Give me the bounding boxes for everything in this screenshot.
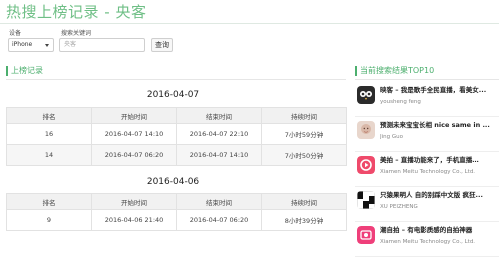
device-select[interactable]: iPhone: [8, 38, 54, 52]
meipai-icon: [357, 156, 375, 174]
app-name: 美拍 – 直播功能来了，手机直播…: [380, 156, 479, 164]
column-header-start: 开始时间: [91, 193, 177, 210]
app-name: 预测未来宝宝长相 nice same in ...: [380, 121, 490, 129]
cell-end: 2016-04-07 22:10: [176, 123, 262, 145]
history-table: 排名 开始时间 结束时间 持续时间 9 2016-04-06 21:40 201…: [6, 193, 347, 231]
history-date-heading: 2016-04-06: [146, 177, 200, 187]
table-row: 9 2016-04-06 21:40 2016-04-07 06:20 8小时3…: [6, 209, 347, 231]
page-title: 热搜上榜记录 - 央客: [6, 3, 147, 21]
app-developer: yousheng feng: [380, 99, 421, 105]
app-name: 映客 – 我是歌手全民直播，看美女...: [380, 86, 487, 94]
app-developer: Jing Guo: [380, 134, 403, 140]
list-item[interactable]: 映客 – 我是歌手全民直播，看美女... yousheng feng: [355, 82, 499, 117]
app-developer: Xiamen Meitu Technology Co., Ltd.: [380, 169, 476, 175]
cell-end: 2016-04-07 14:10: [176, 144, 262, 166]
table-row: 14 2016-04-07 06:20 2016-04-07 14:10 7小时…: [6, 144, 347, 166]
top10-section-divider: [355, 79, 499, 80]
table-header-row: 排名 开始时间 结束时间 持续时间: [6, 193, 347, 210]
column-header-rank: 排名: [6, 193, 92, 210]
cell-rank: 14: [6, 144, 92, 166]
column-header-duration: 持续时间: [261, 193, 347, 210]
cell-duration: 7小时50分钟: [261, 144, 347, 166]
keyword-label: 搜索关键词: [61, 30, 92, 37]
app-name: 只猿果明人 自的别踩中文版 疯狂...: [380, 191, 483, 199]
history-section-title: 上榜记录: [6, 66, 43, 76]
column-header-rank: 排名: [6, 107, 92, 124]
column-header-end: 结束时间: [176, 193, 262, 210]
cell-end: 2016-04-07 06:20: [176, 209, 262, 231]
top10-section-title: 当前搜索结果TOP10: [355, 66, 434, 76]
history-date-heading: 2016-04-07: [146, 90, 200, 100]
piano-tiles-icon: [357, 191, 375, 209]
list-item[interactable]: 潮自拍 – 有电影质感的自拍神器 Xiamen Meitu Technology…: [355, 222, 499, 257]
table-row: 16 2016-04-07 14:10 2016-04-07 22:10 7小时…: [6, 123, 347, 145]
cell-start: 2016-04-07 06:20: [91, 144, 177, 166]
table-header-row: 排名 开始时间 结束时间 持续时间: [6, 107, 347, 124]
device-label: 设备: [9, 30, 22, 37]
history-table: 排名 开始时间 结束时间 持续时间 16 2016-04-07 14:10 20…: [6, 107, 347, 166]
device-select-value: iPhone: [12, 41, 33, 48]
column-header-duration: 持续时间: [261, 107, 347, 124]
list-item[interactable]: 只猿果明人 自的别踩中文版 疯狂... XU PEIZHENG: [355, 187, 499, 222]
app-name: 潮自拍 – 有电影质感的自拍神器: [380, 226, 473, 234]
cell-duration: 7小时59分钟: [261, 123, 347, 145]
chaozipai-icon: [357, 226, 375, 244]
top10-list: 映客 – 我是歌手全民直播，看美女... yousheng feng 预测未来宝…: [355, 82, 499, 257]
cell-rank: 16: [6, 123, 92, 145]
cell-rank: 9: [6, 209, 92, 231]
query-button[interactable]: 查询: [151, 38, 173, 52]
chevron-down-icon: [45, 44, 49, 47]
history-section-divider: [6, 79, 346, 80]
cell-start: 2016-04-06 21:40: [91, 209, 177, 231]
app-developer: Xiamen Meitu Technology Co., Ltd.: [380, 239, 476, 245]
app-developer: XU PEIZHENG: [380, 204, 418, 210]
keyword-input[interactable]: 央客: [59, 38, 145, 52]
cell-duration: 8小时39分钟: [261, 209, 347, 231]
title-divider: [0, 23, 499, 24]
owl-icon: [357, 86, 375, 104]
list-item[interactable]: 预测未来宝宝长相 nice same in ... Jing Guo: [355, 117, 499, 152]
baby-photo-icon: [357, 121, 375, 139]
list-item[interactable]: 美拍 – 直播功能来了，手机直播… Xiamen Meitu Technolog…: [355, 152, 499, 187]
column-header-end: 结束时间: [176, 107, 262, 124]
cell-start: 2016-04-07 14:10: [91, 123, 177, 145]
column-header-start: 开始时间: [91, 107, 177, 124]
